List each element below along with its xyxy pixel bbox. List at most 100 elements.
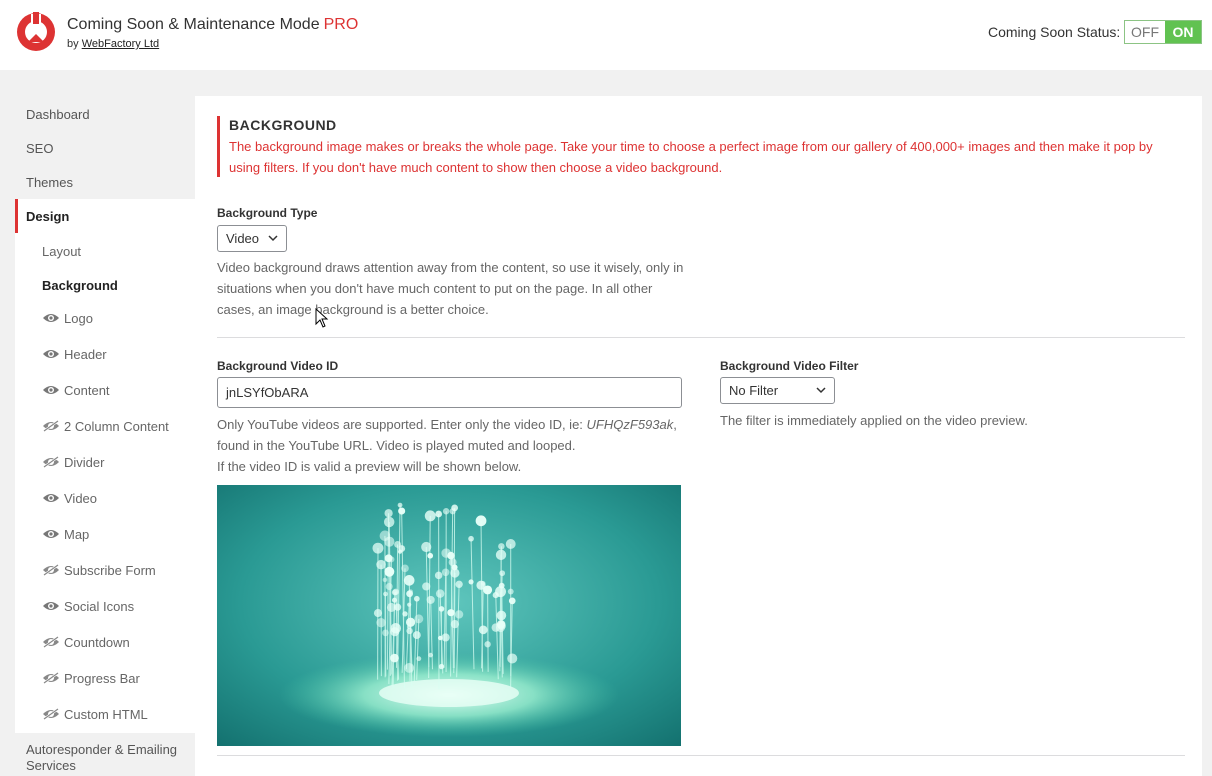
select-value: Video xyxy=(226,231,260,246)
coming-soon-toggle[interactable]: OFF ON xyxy=(1124,20,1202,44)
light-orb xyxy=(492,592,499,599)
light-orb xyxy=(447,609,455,617)
light-orb xyxy=(383,591,388,597)
submenu-label: Social Icons xyxy=(64,598,135,614)
light-orb xyxy=(438,663,445,670)
sidebar-item-themes[interactable]: Themes xyxy=(15,165,195,199)
light-orb xyxy=(507,653,518,664)
background-type-help: Video background draws attention away fr… xyxy=(217,260,684,317)
light-orb xyxy=(499,570,506,577)
light-orb xyxy=(403,575,415,586)
light-orb xyxy=(508,597,516,605)
submenu-item-video[interactable]: Video xyxy=(15,480,195,516)
light-orb xyxy=(414,614,424,624)
video-filter-select[interactable]: No Filter xyxy=(720,377,835,404)
sidebar-item-dashboard[interactable]: Dashboard xyxy=(15,97,195,131)
submenu-item-background[interactable]: Background xyxy=(15,267,195,303)
light-orb xyxy=(441,633,450,642)
light-orb xyxy=(413,595,420,602)
light-orb xyxy=(447,551,455,560)
submenu-label: Custom HTML xyxy=(64,706,148,722)
background-type-select[interactable]: Video xyxy=(217,225,287,252)
eye-slash-icon[interactable] xyxy=(42,456,60,468)
light-orb xyxy=(450,620,460,629)
submenu-item-layout[interactable]: Layout xyxy=(15,233,195,269)
light-orb xyxy=(434,571,443,580)
eye-slash-icon[interactable] xyxy=(42,420,60,432)
submenu-item-divider[interactable]: Divider xyxy=(15,444,195,480)
submenu-item-social-icons[interactable]: Social Icons xyxy=(15,588,195,624)
light-orb xyxy=(421,541,432,553)
submenu-item-map[interactable]: Map xyxy=(15,516,195,552)
submenu-label: Progress Bar xyxy=(64,670,140,686)
brand-byline: by WebFactory Ltd xyxy=(67,38,159,50)
light-orb xyxy=(427,552,434,559)
company-link[interactable]: WebFactory Ltd xyxy=(82,38,159,50)
eye-slash-icon[interactable] xyxy=(42,708,60,720)
light-orb xyxy=(398,549,403,554)
eye-icon[interactable] xyxy=(42,348,60,360)
logo-icon xyxy=(17,12,55,51)
status-label: Coming Soon Status: xyxy=(988,24,1121,40)
chevron-down-icon xyxy=(268,235,278,242)
section-description: The background image makes or breaks the… xyxy=(229,139,1153,175)
chevron-down-icon xyxy=(816,387,826,394)
light-orb xyxy=(435,510,443,518)
light-orb xyxy=(478,625,488,635)
light-orb xyxy=(442,508,450,515)
submenu-item-progress-bar[interactable]: Progress Bar xyxy=(15,660,195,696)
submenu-item-header[interactable]: Header xyxy=(15,336,195,372)
toggle-on[interactable]: ON xyxy=(1165,21,1201,43)
light-orb xyxy=(384,509,393,518)
submenu-label: Header xyxy=(64,346,107,362)
light-strand xyxy=(487,589,489,672)
sidebar-item-seo[interactable]: SEO xyxy=(15,131,195,165)
sidebar-label: Themes xyxy=(26,174,73,190)
light-orb xyxy=(390,623,401,634)
eye-icon[interactable] xyxy=(42,528,60,540)
light-orb xyxy=(495,549,507,561)
eye-icon[interactable] xyxy=(42,312,60,324)
light-orb xyxy=(468,579,474,585)
sidebar-item-autoresponder[interactable]: Autoresponder & Emailing Services xyxy=(26,742,186,774)
video-id-input[interactable]: jnLSYfObARA xyxy=(217,377,682,408)
light-orb xyxy=(404,662,415,673)
submenu-label: Map xyxy=(64,526,90,542)
eye-slash-icon[interactable] xyxy=(42,636,60,648)
top-bar: Coming Soon & Maintenance Mode PRO by Web… xyxy=(0,0,1212,70)
submenu-item-logo[interactable]: Logo xyxy=(15,300,195,336)
light-orb xyxy=(484,641,491,648)
light-orb xyxy=(373,609,383,618)
light-orb xyxy=(454,610,464,619)
video-id-help: Only YouTube videos are supported. Enter… xyxy=(217,414,687,477)
select-value: No Filter xyxy=(729,383,779,398)
light-orb xyxy=(394,541,402,548)
light-orb xyxy=(402,611,408,617)
submenu-label: Background xyxy=(42,277,118,293)
byline-prefix: by xyxy=(67,38,79,50)
eye-icon[interactable] xyxy=(42,600,60,612)
submenu-item-subscribe-form[interactable]: Subscribe Form xyxy=(15,552,195,588)
light-orb xyxy=(391,597,398,603)
submenu-label: Divider xyxy=(64,454,105,470)
eye-slash-icon[interactable] xyxy=(42,564,60,576)
light-orb xyxy=(405,617,416,627)
eye-icon[interactable] xyxy=(42,492,60,504)
light-orb xyxy=(376,617,386,628)
light-orb xyxy=(507,588,514,595)
light-orb xyxy=(496,610,507,621)
submenu-item-custom-html[interactable]: Custom HTML xyxy=(15,696,195,732)
toggle-off[interactable]: OFF xyxy=(1125,21,1165,43)
light-orb xyxy=(379,530,391,542)
sidebar-item-design[interactable]: Design xyxy=(15,199,195,233)
eye-slash-icon[interactable] xyxy=(42,672,60,684)
submenu-item-countdown[interactable]: Countdown xyxy=(15,624,195,660)
submenu-item-content[interactable]: Content xyxy=(15,372,195,408)
light-orb xyxy=(450,568,460,578)
light-orb xyxy=(388,556,395,563)
divider-bottom xyxy=(217,755,1185,756)
submenu-item-2-column-content[interactable]: 2 Column Content xyxy=(15,408,195,444)
submenu-label: Subscribe Form xyxy=(64,562,156,578)
light-orb xyxy=(401,564,409,573)
eye-icon[interactable] xyxy=(42,384,60,396)
